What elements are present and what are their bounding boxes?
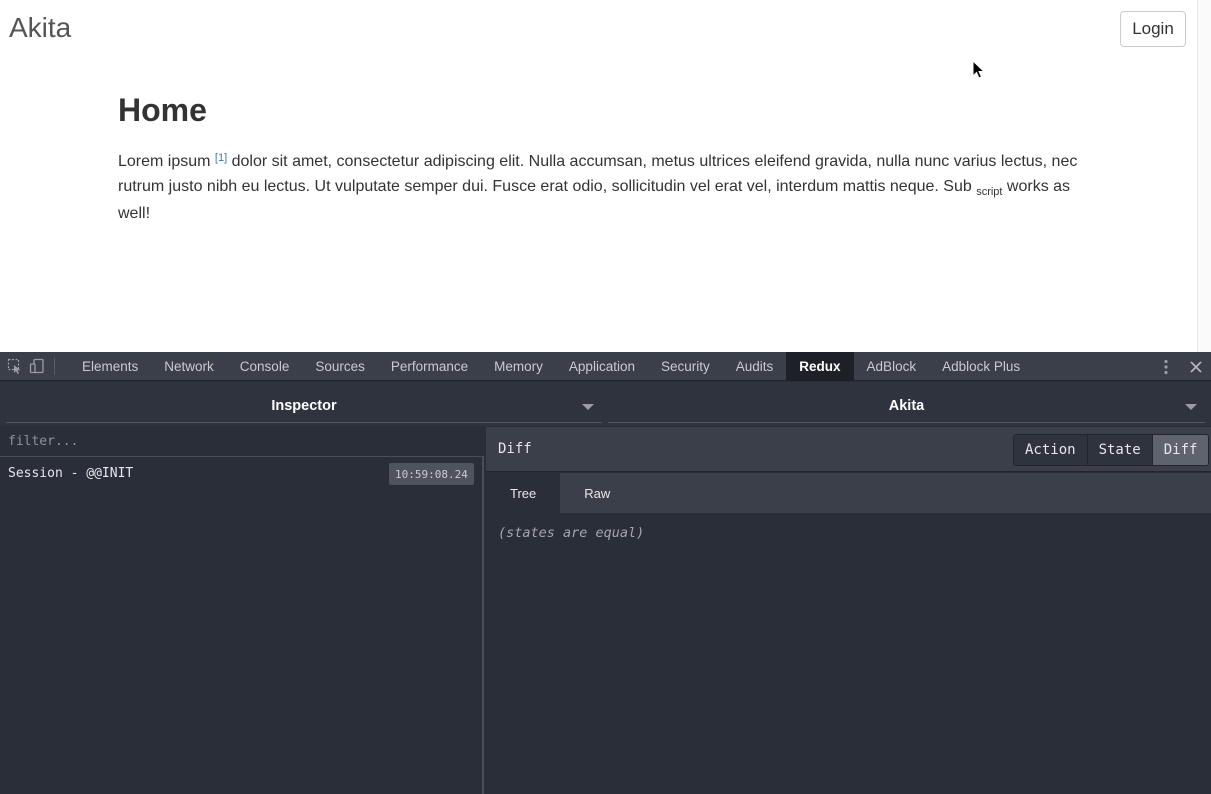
instance-select-value: Akita <box>888 398 925 414</box>
instance-select[interactable]: Akita <box>608 390 1205 423</box>
footnote-link[interactable]: [1] <box>215 152 227 164</box>
subscript-text: script <box>976 186 1003 198</box>
tab-application[interactable]: Application <box>556 352 648 381</box>
filter-input[interactable] <box>0 427 484 457</box>
page-scrollbar[interactable] <box>1197 0 1211 352</box>
redux-selectors-bar: Inspector Akita <box>0 382 1211 426</box>
tab-redux[interactable]: Redux <box>786 351 854 381</box>
action-list-pane: Session - @@INIT 10:59:08.24 <box>0 427 484 794</box>
more-options-icon[interactable] <box>1151 352 1181 381</box>
login-button[interactable]: Login <box>1120 11 1186 47</box>
tab-elements[interactable]: Elements <box>69 352 151 381</box>
tab-performance[interactable]: Performance <box>378 352 481 381</box>
page-title: Home <box>118 92 207 128</box>
intro-paragraph: Lorem ipsum [1] dolor sit amet, consecte… <box>118 149 1078 226</box>
chevron-down-icon <box>1185 404 1197 410</box>
action-mode-button[interactable]: Action <box>1014 435 1088 465</box>
web-page: Akita Login Home Lorem ipsum [1] dolor s… <box>0 0 1211 352</box>
action-preview-pane: Diff Action State Diff Tree Raw (states … <box>486 427 1211 794</box>
tab-audits[interactable]: Audits <box>723 352 787 381</box>
monitor-select-value: Inspector <box>271 398 337 414</box>
inspect-element-icon[interactable] <box>4 352 26 381</box>
tab-adblock-plus[interactable]: Adblock Plus <box>929 352 1033 381</box>
toolbar-divider <box>54 357 55 375</box>
paragraph-text: Lorem ipsum <box>118 153 215 170</box>
devtools-panel: Elements Network Console Sources Perform… <box>0 351 1211 794</box>
tab-adblock[interactable]: AdBlock <box>854 352 930 381</box>
tab-console[interactable]: Console <box>227 352 303 381</box>
action-timestamp: 10:59:08.24 <box>389 463 474 485</box>
devtools-tabbar: Elements Network Console Sources Perform… <box>0 351 1211 381</box>
preview-subtabs: Tree Raw <box>486 473 1211 513</box>
tab-memory[interactable]: Memory <box>481 352 556 381</box>
diff-result-text: (states are equal) <box>498 525 645 541</box>
monitor-select[interactable]: Inspector <box>6 390 602 423</box>
chevron-down-icon <box>582 404 594 410</box>
tab-raw[interactable]: Raw <box>560 473 634 513</box>
tab-network[interactable]: Network <box>151 352 227 381</box>
paragraph-text: dolor sit amet, consectetur adipiscing e… <box>118 153 1078 195</box>
brand-logo[interactable]: Akita <box>9 12 71 44</box>
mouse-cursor-icon <box>972 60 986 79</box>
preview-mode-toggle: Action State Diff <box>1013 434 1210 466</box>
action-name: Session - @@INIT <box>8 466 134 481</box>
device-toolbar-icon[interactable] <box>26 352 48 381</box>
tab-sources[interactable]: Sources <box>302 352 378 381</box>
tab-tree[interactable]: Tree <box>486 473 561 513</box>
preview-title: Diff <box>498 441 532 457</box>
preview-header: Diff Action State Diff <box>486 427 1211 472</box>
main-content: Home Lorem ipsum [1] dolor sit amet, con… <box>118 92 1078 226</box>
tab-security[interactable]: Security <box>648 352 723 381</box>
state-mode-button[interactable]: State <box>1087 435 1153 465</box>
close-icon[interactable] <box>1181 352 1211 381</box>
devtools-controls <box>1151 352 1211 381</box>
diff-mode-button[interactable]: Diff <box>1152 435 1209 465</box>
action-list-item[interactable]: Session - @@INIT 10:59:08.24 <box>0 460 482 488</box>
